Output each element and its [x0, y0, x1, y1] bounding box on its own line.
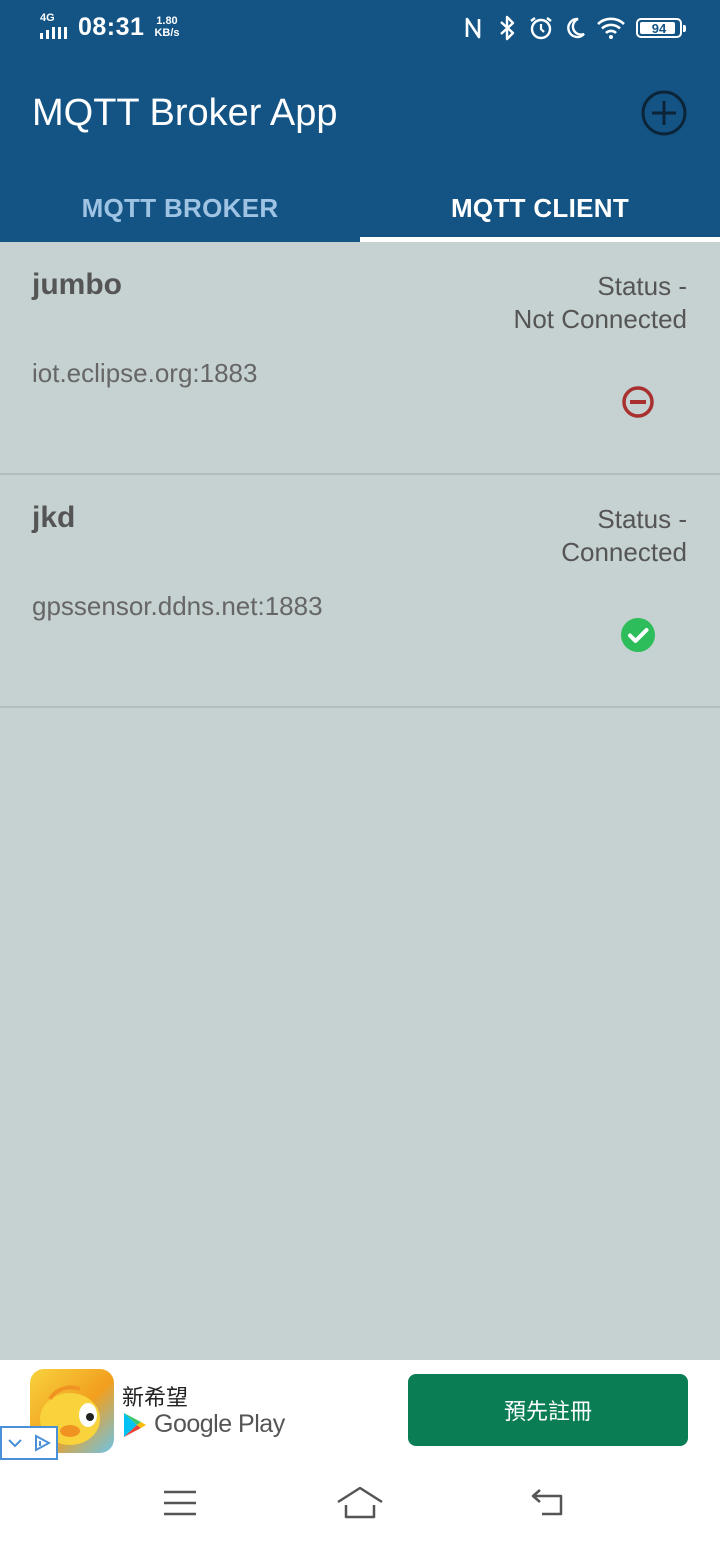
add-client-button[interactable] [638, 87, 690, 139]
home-button[interactable] [330, 1482, 390, 1524]
battery-level: 94 [651, 20, 667, 36]
ad-choices-icon[interactable] [0, 1426, 58, 1460]
navigation-bar [0, 1460, 720, 1544]
alarm-icon [528, 14, 554, 42]
menu-button[interactable] [150, 1482, 210, 1524]
client-host: iot.eclipse.org:1883 [32, 358, 258, 388]
moon-icon [562, 14, 588, 42]
add-circle-icon [641, 90, 687, 136]
google-play-icon [124, 1412, 146, 1437]
client-status: Status - Connected [561, 504, 687, 567]
client-row[interactable]: jkd Status - Connected gpssensor.ddns.ne… [0, 475, 720, 708]
client-row[interactable]: jumbo Status - Not Connected iot.eclipse… [0, 242, 720, 475]
tab-mqtt-broker[interactable]: MQTT BROKER [0, 174, 360, 242]
ad-app-name: 新希望 [122, 1385, 189, 1410]
client-name: jumbo [32, 268, 122, 301]
clock: 08:31 [78, 12, 145, 41]
client-list: jumbo Status - Not Connected iot.eclipse… [0, 242, 720, 708]
client-host: gpssensor.ddns.net:1883 [32, 591, 323, 621]
back-button[interactable] [518, 1482, 578, 1524]
network-speed: 1.80 KB/s [154, 15, 180, 39]
back-icon [531, 1489, 563, 1516]
connected-icon [621, 618, 655, 652]
app-title: MQTT Broker App [32, 92, 338, 134]
status-bar: 4G 08:31 1.80 KB/s 94 [0, 0, 720, 58]
menu-icon [164, 1490, 196, 1516]
network-type: 4G [40, 12, 55, 24]
client-status: Status - Not Connected [513, 271, 687, 334]
battery-icon: 94 [636, 18, 686, 38]
bluetooth-icon [494, 14, 520, 42]
tab-mqtt-client[interactable]: MQTT CLIENT [360, 174, 720, 242]
google-play-badge: Google Play [122, 1410, 285, 1439]
client-name: jkd [32, 501, 76, 534]
wifi-icon [596, 14, 626, 42]
app-bar: MQTT Broker App MQTT BROKER MQTT CLIENT [0, 58, 720, 242]
ad-banner[interactable]: 新希望 Google Play 預先註冊 [0, 1360, 720, 1460]
cellular-signal-icon: 4G [38, 12, 74, 42]
pre-register-button[interactable]: 預先註冊 [408, 1374, 688, 1446]
disconnected-icon [622, 386, 654, 418]
home-icon [337, 1486, 383, 1519]
nfc-icon [460, 14, 486, 42]
tab-bar: MQTT BROKER MQTT CLIENT [0, 174, 720, 242]
